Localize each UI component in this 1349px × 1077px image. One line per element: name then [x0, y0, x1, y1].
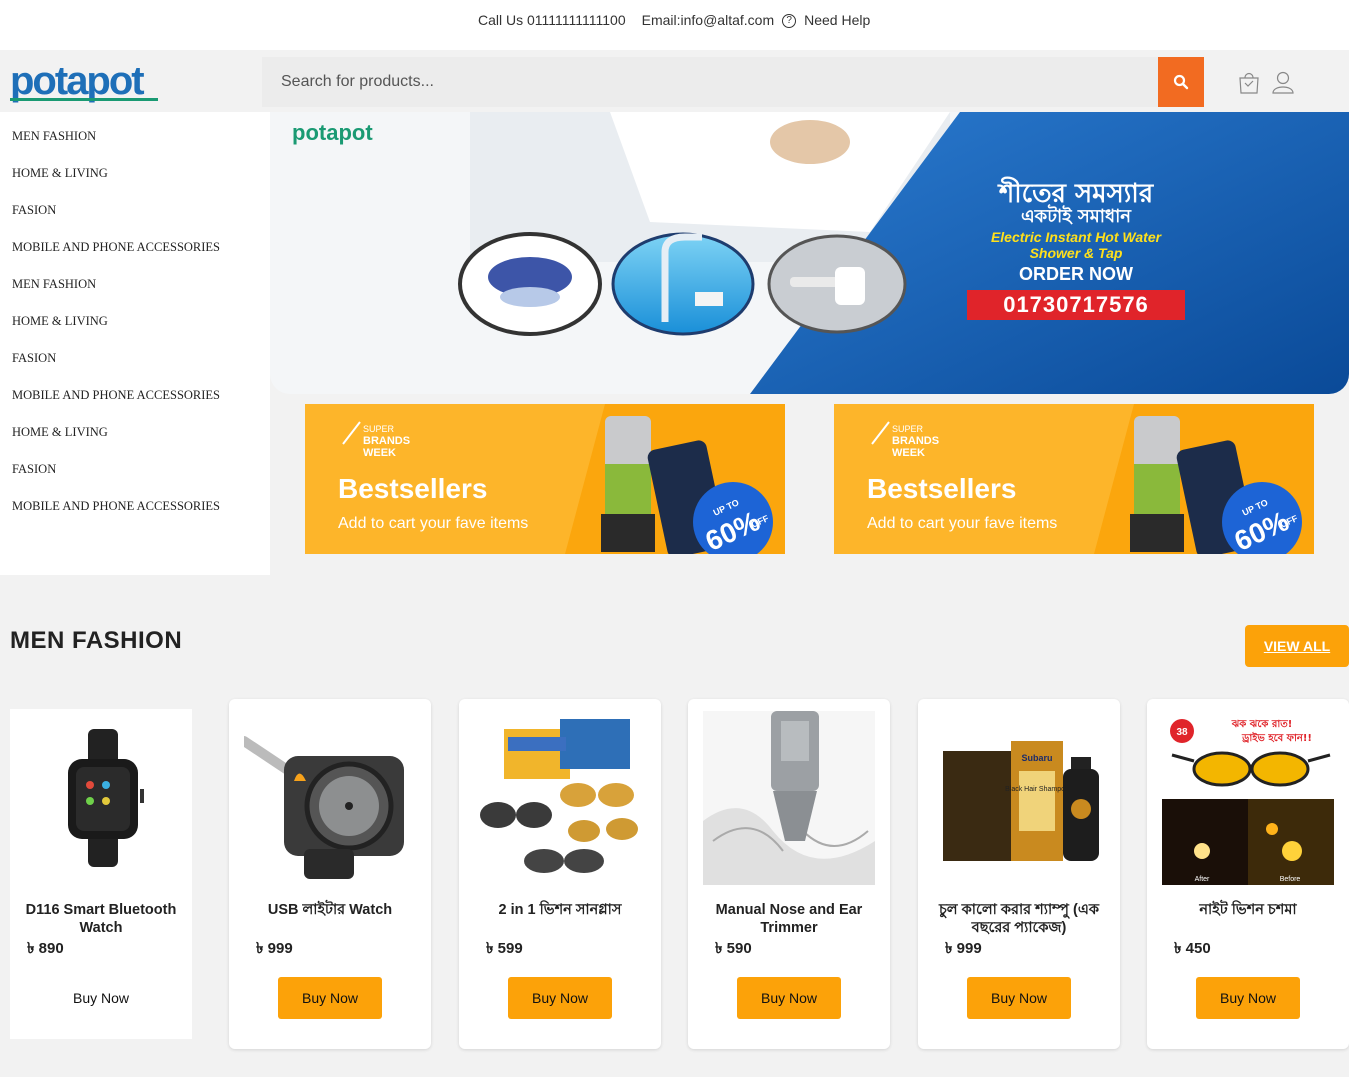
product-card[interactable]: Subaru Black Hair Shampoo চুল কালো করার … [918, 699, 1120, 1049]
hero-cta: ORDER NOW [1019, 264, 1133, 284]
call-us-text: Call Us 01111111111100 [478, 11, 626, 28]
sidebar-item-fasion[interactable]: FASION [0, 347, 270, 384]
svg-text:Black Hair Shampoo: Black Hair Shampoo [1005, 786, 1069, 793]
hero-subline-2: Shower & Tap [1030, 245, 1123, 261]
logo-text: potapot [10, 60, 144, 103]
sidebar-item-fasion[interactable]: FASION [0, 199, 270, 236]
search-icon [1173, 74, 1189, 90]
product-image-night-vision-glasses[interactable]: 38 ঝক ঝকে রাত! ড্রাইভ হবে ফান!! After Be… [1162, 711, 1334, 885]
svg-text:BRANDS: BRANDS [892, 435, 939, 447]
hero-headline-2: একটাই সমাধান [1021, 204, 1132, 227]
sidebar-item-mobile-accessories[interactable]: MOBILE AND PHONE ACCESSORIES [0, 384, 270, 421]
product-name[interactable]: Manual Nose and Ear Trimmer [694, 901, 884, 937]
promo-title: Bestsellers [338, 473, 487, 504]
search-button[interactable] [1158, 57, 1204, 107]
promo-banner-1[interactable]: SUPER BRANDS WEEK Bestsellers Add to car… [305, 404, 785, 554]
svg-text:ঝক ঝকে রাত!: ঝক ঝকে রাত! [1231, 719, 1293, 730]
product-card[interactable]: Manual Nose and Ear Trimmer ৳ 590 Buy No… [688, 699, 890, 1049]
product-name[interactable]: 2 in 1 ভিশন সানগ্লাস [465, 901, 655, 919]
svg-text:ড্রাইভ হবে ফান!!: ড্রাইভ হবে ফান!! [1241, 731, 1312, 744]
email-text[interactable]: Email:info@altaf.com [642, 12, 774, 28]
product-price: ৳ 599 [486, 940, 523, 957]
svg-text:Subaru: Subaru [1021, 753, 1052, 763]
product-price: ৳ 890 [27, 940, 64, 957]
hero-banner[interactable]: potapot শীতের সমস্যার একটাই সমাধান Elect… [270, 112, 1349, 394]
product-image-smartwatch[interactable] [10, 709, 192, 883]
promo-subtitle: Add to cart your fave items [867, 515, 1057, 532]
product-name[interactable]: নাইট ভিশন চশমা [1153, 901, 1343, 919]
product-price: ৳ 450 [1174, 940, 1211, 957]
sidebar-item-home-living[interactable]: HOME & LIVING [0, 310, 270, 347]
category-sidebar: MEN FASHION HOME & LIVING FASION MOBILE … [0, 112, 270, 575]
hero-subline-1: Electric Instant Hot Water [991, 229, 1163, 245]
buy-now-button[interactable]: Buy Now [737, 977, 841, 1019]
svg-text:WEEK: WEEK [892, 447, 925, 459]
view-all-button[interactable]: VIEW ALL [1245, 625, 1349, 667]
svg-text:38: 38 [1176, 727, 1188, 738]
sidebar-item-home-living[interactable]: HOME & LIVING [0, 421, 270, 458]
top-contact-bar: Call Us 01111111111100 Email:info@altaf.… [0, 0, 1349, 50]
promo-tag: SUPER [363, 424, 395, 434]
buy-now-button[interactable]: Buy Now [278, 977, 382, 1019]
product-card[interactable]: 38 ঝক ঝকে রাত! ড্রাইভ হবে ফান!! After Be… [1147, 699, 1349, 1049]
hand-illustration [770, 120, 850, 164]
header: potapot [0, 52, 1349, 112]
product-name[interactable]: D116 Smart Bluetooth Watch [16, 901, 186, 937]
sidebar-item-home-living[interactable]: HOME & LIVING [0, 162, 270, 199]
svg-text:After: After [1195, 876, 1210, 883]
promo-tag: SUPER [892, 424, 924, 434]
product-name[interactable]: চুল কালো করার শ্যাম্পু (এক বছরের প্যাকেজ… [924, 901, 1114, 937]
sidebar-item-fasion[interactable]: FASION [0, 458, 270, 495]
sidebar-item-men-fashion[interactable]: MEN FASHION [0, 125, 270, 162]
product-name[interactable]: USB লাইটার Watch [235, 901, 425, 919]
sidebar-item-mobile-accessories[interactable]: MOBILE AND PHONE ACCESSORIES [0, 236, 270, 273]
sidebar-item-mobile-accessories[interactable]: MOBILE AND PHONE ACCESSORIES [0, 495, 270, 532]
tap-bubble [767, 234, 907, 334]
search-bar [262, 57, 1204, 107]
section-title: MEN FASHION [10, 627, 183, 654]
product-image-nose-trimmer[interactable] [703, 711, 875, 885]
promo-banner-2[interactable]: SUPER BRANDS WEEK Bestsellers Add to car… [834, 404, 1314, 554]
product-image-vision-sunglass[interactable] [474, 711, 646, 885]
product-price: ৳ 590 [715, 940, 752, 957]
shower-bubble [458, 232, 602, 336]
svg-text:Before: Before [1280, 876, 1301, 883]
faucet-bubble [611, 232, 755, 336]
help-icon: ? [782, 14, 797, 28]
product-card[interactable]: USB লাইটার Watch ৳ 999 Buy Now [229, 699, 431, 1049]
buy-now-button[interactable]: Buy Now [49, 977, 153, 1019]
shopping-bag-icon[interactable] [1236, 69, 1262, 95]
need-help-link[interactable]: Need Help [804, 12, 870, 28]
user-icon[interactable] [1270, 69, 1296, 95]
site-logo[interactable]: potapot [10, 60, 160, 105]
search-input[interactable] [262, 57, 1158, 107]
sidebar-item-men-fashion[interactable]: MEN FASHION [0, 273, 270, 310]
product-card[interactable]: D116 Smart Bluetooth Watch ৳ 890 Buy Now [10, 709, 192, 1039]
product-image-hair-shampoo[interactable]: Subaru Black Hair Shampoo [933, 711, 1105, 885]
buy-now-button[interactable]: Buy Now [967, 977, 1071, 1019]
hero-phone: 01730717576 [1003, 292, 1149, 317]
svg-text:BRANDS: BRANDS [363, 435, 410, 447]
product-price: ৳ 999 [945, 940, 982, 957]
buy-now-button[interactable]: Buy Now [508, 977, 612, 1019]
product-price: ৳ 999 [256, 940, 293, 957]
hero-headline-1: শীতের সমস্যার [997, 176, 1155, 209]
product-card[interactable]: 2 in 1 ভিশন সানগ্লাস ৳ 599 Buy Now [459, 699, 661, 1049]
promo-title: Bestsellers [867, 473, 1016, 504]
buy-now-button[interactable]: Buy Now [1196, 977, 1300, 1019]
svg-text:WEEK: WEEK [363, 447, 396, 459]
product-image-lighter-watch[interactable] [244, 711, 416, 885]
hero-logo: potapot [292, 120, 373, 145]
promo-subtitle: Add to cart your fave items [338, 515, 528, 532]
